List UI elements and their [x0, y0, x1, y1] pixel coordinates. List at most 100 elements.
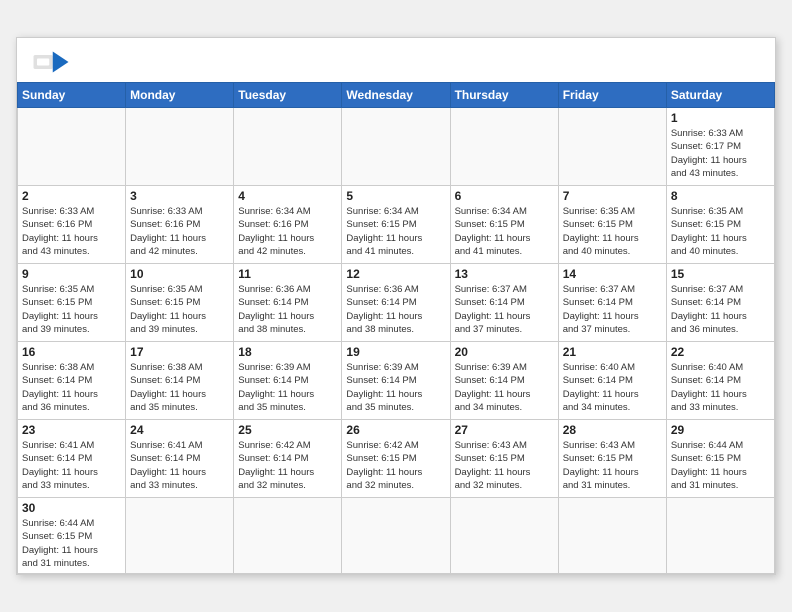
calendar-cell: 25Sunrise: 6:42 AMSunset: 6:14 PMDayligh… — [234, 419, 342, 497]
calendar-week-6: 30 Sunrise: 6:44 AMSunset: 6:15 PMDayligh… — [18, 497, 775, 573]
calendar-week-2: 2 Sunrise: 6:33 AMSunset: 6:16 PMDaylight… — [18, 185, 775, 263]
day-number: 24 — [130, 423, 229, 437]
day-header-wednesday: Wednesday — [342, 82, 450, 107]
calendar-cell: 24 Sunrise: 6:41 AMSunset: 6:14 PMDayligh… — [126, 419, 234, 497]
day-info: Sunrise: 6:37 AMSunset: 6:14 PMDaylight:… — [563, 283, 662, 336]
day-info: Sunrise: 6:40 AMSunset: 6:14 PMDaylight:… — [671, 361, 770, 414]
calendar-container: SundayMondayTuesdayWednesdayThursdayFrid… — [16, 37, 776, 575]
calendar-cell: 30 Sunrise: 6:44 AMSunset: 6:15 PMDayligh… — [18, 497, 126, 573]
day-number: 26 — [346, 423, 445, 437]
day-info: Sunrise: 6:39 AMSunset: 6:14 PMDaylight:… — [346, 361, 445, 414]
day-info: Sunrise: 6:34 AMSunset: 6:16 PMDaylight:… — [238, 205, 337, 258]
day-info: Sunrise: 6:36 AMSunset: 6:14 PMDaylight:… — [238, 283, 337, 336]
day-header-sunday: Sunday — [18, 82, 126, 107]
day-header-thursday: Thursday — [450, 82, 558, 107]
day-info: Sunrise: 6:34 AMSunset: 6:15 PMDaylight:… — [346, 205, 445, 258]
calendar-body: 1Sunrise: 6:33 AMSunset: 6:17 PMDaylight… — [18, 107, 775, 573]
day-info: Sunrise: 6:35 AMSunset: 6:15 PMDaylight:… — [671, 205, 770, 258]
calendar-cell: 13Sunrise: 6:37 AMSunset: 6:14 PMDayligh… — [450, 263, 558, 341]
calendar-cell: 19 Sunrise: 6:39 AMSunset: 6:14 PMDayligh… — [342, 341, 450, 419]
calendar-cell: 15 Sunrise: 6:37 AMSunset: 6:14 PMDayligh… — [666, 263, 774, 341]
header-row: SundayMondayTuesdayWednesdayThursdayFrid… — [18, 82, 775, 107]
calendar-header: SundayMondayTuesdayWednesdayThursdayFrid… — [18, 82, 775, 107]
day-info: Sunrise: 6:43 AMSunset: 6:15 PMDaylight:… — [455, 439, 554, 492]
logo-icon — [33, 48, 69, 76]
day-info: Sunrise: 6:33 AMSunset: 6:17 PMDaylight:… — [671, 127, 770, 180]
calendar-cell: 2 Sunrise: 6:33 AMSunset: 6:16 PMDaylight… — [18, 185, 126, 263]
day-number: 8 — [671, 189, 770, 203]
day-info: Sunrise: 6:35 AMSunset: 6:15 PMDaylight:… — [563, 205, 662, 258]
day-info: Sunrise: 6:41 AMSunset: 6:14 PMDaylight:… — [130, 439, 229, 492]
calendar-cell: 11 Sunrise: 6:36 AMSunset: 6:14 PMDayligh… — [234, 263, 342, 341]
day-info: Sunrise: 6:38 AMSunset: 6:14 PMDaylight:… — [130, 361, 229, 414]
day-number: 7 — [563, 189, 662, 203]
day-header-tuesday: Tuesday — [234, 82, 342, 107]
day-info: Sunrise: 6:41 AMSunset: 6:14 PMDaylight:… — [22, 439, 121, 492]
calendar-grid: SundayMondayTuesdayWednesdayThursdayFrid… — [17, 82, 775, 574]
day-number: 29 — [671, 423, 770, 437]
calendar-cell — [666, 497, 774, 573]
calendar-cell — [558, 107, 666, 185]
calendar-cell — [18, 107, 126, 185]
day-number: 11 — [238, 267, 337, 281]
day-info: Sunrise: 6:38 AMSunset: 6:14 PMDaylight:… — [22, 361, 121, 414]
day-info: Sunrise: 6:44 AMSunset: 6:15 PMDaylight:… — [671, 439, 770, 492]
calendar-cell: 4 Sunrise: 6:34 AMSunset: 6:16 PMDaylight… — [234, 185, 342, 263]
day-number: 23 — [22, 423, 121, 437]
day-info: Sunrise: 6:33 AMSunset: 6:16 PMDaylight:… — [22, 205, 121, 258]
calendar-cell: 23 Sunrise: 6:41 AMSunset: 6:14 PMDayligh… — [18, 419, 126, 497]
calendar-cell: 10Sunrise: 6:35 AMSunset: 6:15 PMDayligh… — [126, 263, 234, 341]
calendar-cell: 14 Sunrise: 6:37 AMSunset: 6:14 PMDayligh… — [558, 263, 666, 341]
day-info: Sunrise: 6:34 AMSunset: 6:15 PMDaylight:… — [455, 205, 554, 258]
day-number: 19 — [346, 345, 445, 359]
calendar-week-1: 1Sunrise: 6:33 AMSunset: 6:17 PMDaylight… — [18, 107, 775, 185]
day-info: Sunrise: 6:37 AMSunset: 6:14 PMDaylight:… — [455, 283, 554, 336]
day-info: Sunrise: 6:35 AMSunset: 6:15 PMDaylight:… — [130, 283, 229, 336]
day-number: 9 — [22, 267, 121, 281]
day-info: Sunrise: 6:44 AMSunset: 6:15 PMDaylight:… — [22, 517, 121, 570]
day-number: 25 — [238, 423, 337, 437]
day-info: Sunrise: 6:39 AMSunset: 6:14 PMDaylight:… — [238, 361, 337, 414]
calendar-cell — [342, 497, 450, 573]
day-number: 30 — [22, 501, 121, 515]
calendar-cell: 17Sunrise: 6:38 AMSunset: 6:14 PMDayligh… — [126, 341, 234, 419]
logo — [33, 48, 75, 76]
day-info: Sunrise: 6:42 AMSunset: 6:15 PMDaylight:… — [346, 439, 445, 492]
calendar-cell: 5 Sunrise: 6:34 AMSunset: 6:15 PMDaylight… — [342, 185, 450, 263]
calendar-cell — [558, 497, 666, 573]
day-header-friday: Friday — [558, 82, 666, 107]
day-info: Sunrise: 6:37 AMSunset: 6:14 PMDaylight:… — [671, 283, 770, 336]
calendar-cell — [342, 107, 450, 185]
day-number: 16 — [22, 345, 121, 359]
calendar-cell: 8 Sunrise: 6:35 AMSunset: 6:15 PMDaylight… — [666, 185, 774, 263]
day-number: 12 — [346, 267, 445, 281]
calendar-cell — [234, 497, 342, 573]
calendar-cell: 18 Sunrise: 6:39 AMSunset: 6:14 PMDayligh… — [234, 341, 342, 419]
calendar-cell: 7 Sunrise: 6:35 AMSunset: 6:15 PMDaylight… — [558, 185, 666, 263]
calendar-cell — [126, 107, 234, 185]
calendar-cell — [126, 497, 234, 573]
calendar-cell: 22 Sunrise: 6:40 AMSunset: 6:14 PMDayligh… — [666, 341, 774, 419]
day-number: 3 — [130, 189, 229, 203]
day-info: Sunrise: 6:33 AMSunset: 6:16 PMDaylight:… — [130, 205, 229, 258]
day-number: 2 — [22, 189, 121, 203]
calendar-cell: 9Sunrise: 6:35 AMSunset: 6:15 PMDaylight… — [18, 263, 126, 341]
calendar-week-5: 23 Sunrise: 6:41 AMSunset: 6:14 PMDayligh… — [18, 419, 775, 497]
day-number: 20 — [455, 345, 554, 359]
calendar-week-3: 9 Sunrise: 6:35 AMSunset: 6:15 PMDaylight… — [18, 263, 775, 341]
day-number: 14 — [563, 267, 662, 281]
day-number: 18 — [238, 345, 337, 359]
day-number: 27 — [455, 423, 554, 437]
calendar-cell: 16 Sunrise: 6:38 AMSunset: 6:14 PMDayligh… — [18, 341, 126, 419]
day-number: 28 — [563, 423, 662, 437]
calendar-cell: 28Sunrise: 6:43 AMSunset: 6:15 PMDayligh… — [558, 419, 666, 497]
day-number: 15 — [671, 267, 770, 281]
calendar-cell: 3 Sunrise: 6:33 AMSunset: 6:16 PMDaylight… — [126, 185, 234, 263]
day-number: 5 — [346, 189, 445, 203]
day-number: 22 — [671, 345, 770, 359]
calendar-cell — [450, 107, 558, 185]
calendar-cell: 1Sunrise: 6:33 AMSunset: 6:17 PMDaylight… — [666, 107, 774, 185]
calendar-cell — [450, 497, 558, 573]
day-number: 4 — [238, 189, 337, 203]
calendar-week-4: 16 Sunrise: 6:38 AMSunset: 6:14 PMDayligh… — [18, 341, 775, 419]
